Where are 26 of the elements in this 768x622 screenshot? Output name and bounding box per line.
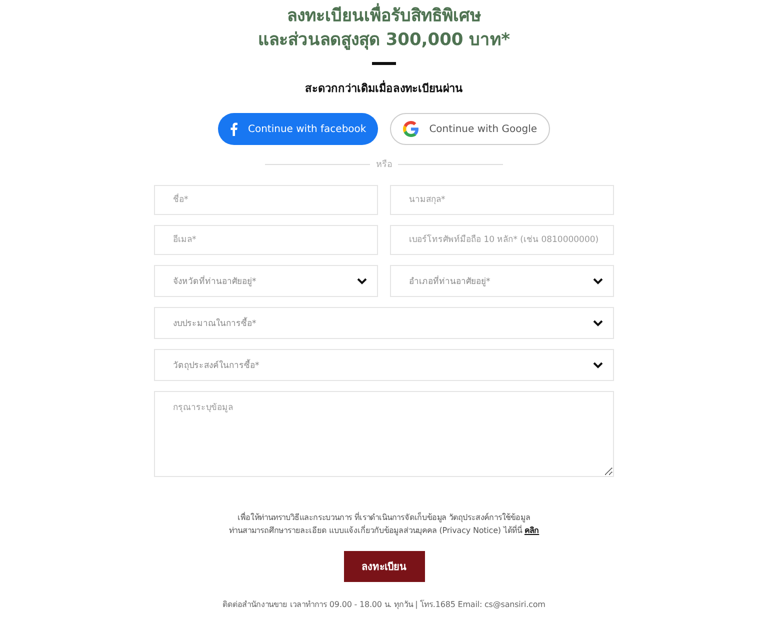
privacy-notice-text: เพื่อให้ท่านทราบวิธีและกระบวนการ ที่เราดำเนินการจัดเก็บข้อมูล วัตถุประสงค์การใช้ข้อมูล: [236, 511, 532, 524]
dropdown-field[interactable]: อำเภอที่ท่านอาศัยอยู่*: [390, 265, 614, 297]
register-button[interactable]: ลงทะเบียน: [344, 551, 424, 582]
facebook-button[interactable]: Continue with facebook: [218, 113, 378, 145]
privacy-notice-text: ท่านสามารถศึกษารายละเอียด แบบแจ้งเกี่ยวกับข้อมูลส่วนบุคคล (Privacy Notice) ได้ที่นี่ คลิก: [228, 524, 540, 537]
google-button[interactable]: Continue with Google: [390, 113, 550, 145]
page-heading: และส่วนลดสูงสุด 300,000 บาท*: [258, 29, 510, 52]
divider-label: หรือ: [376, 158, 392, 171]
facebook-icon: [230, 122, 238, 136]
dropdown-field[interactable]: จังหวัดที่ท่านอาศัยอยู่*: [154, 265, 378, 297]
dropdown-field[interactable]: งบประมาณในการซื้อ*: [154, 307, 614, 339]
contact-footer: ติดต่อสำนักงานขาย เวลาทำการ 09.00 - 18.00 น. ทุกวัน | โทร.1685 Email: cs@sansiri.com: [222, 598, 546, 611]
subtitle: สะดวกกว่าเดิมเมื่อลงทะเบียนผ่าน: [305, 79, 463, 97]
google-icon: [403, 121, 420, 137]
text-field[interactable]: อีเมล*: [154, 225, 378, 255]
text-field[interactable]: ชื่อ*: [154, 185, 378, 215]
chevron-down-icon: [593, 320, 603, 326]
dropdown-field[interactable]: วัตถุประสงค์ในการซื้อ*: [154, 349, 614, 381]
chevron-down-icon: [593, 278, 603, 284]
text-field[interactable]: นามสกุล*: [390, 185, 614, 215]
chevron-down-icon: [593, 362, 603, 368]
chevron-down-icon: [357, 278, 367, 284]
page-heading: ลงทะเบียนเพื่อรับสิทธิพิเศษ: [287, 4, 481, 28]
text-field[interactable]: เบอร์โทรศัพท์มือถือ 10 หลัก* (เช่น 0810000000): [390, 225, 614, 255]
privacy-link[interactable]: คลิก: [524, 526, 540, 535]
message-field[interactable]: กรุณาระบุข้อมูล: [154, 391, 614, 477]
